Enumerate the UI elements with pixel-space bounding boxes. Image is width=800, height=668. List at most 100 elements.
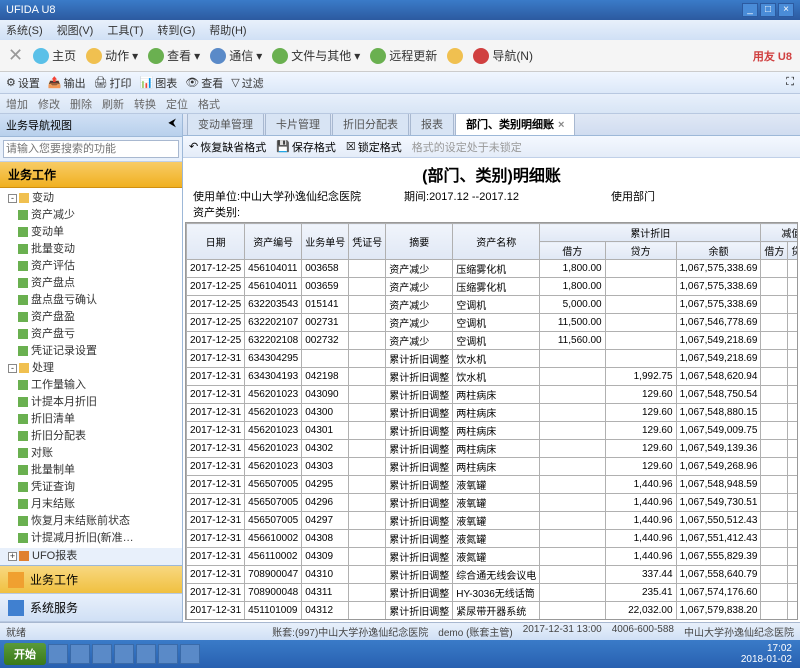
menu-goto[interactable]: 转到(G) xyxy=(157,22,195,38)
table-row[interactable]: 2017-12-3170890004704310累计折旧调整综合通无线会议电33… xyxy=(187,566,799,584)
sb-lock[interactable]: ☒锁定格式 xyxy=(346,139,402,155)
tb-filter[interactable]: ▽过滤 xyxy=(231,75,263,91)
tab[interactable]: 折旧分配表 xyxy=(332,114,409,135)
tree-item[interactable]: 资产评估 xyxy=(0,258,182,275)
table-row[interactable]: 2017-12-3145611000204309累计折旧调整液氮罐1,440.9… xyxy=(187,548,799,566)
tb-print[interactable]: 🖨打印 xyxy=(94,75,132,91)
tree-item[interactable]: 恢复月末结账前状态 xyxy=(0,513,182,530)
tree-item[interactable]: 凭证查询 xyxy=(0,479,182,496)
tree-item[interactable]: 折旧清单 xyxy=(0,411,182,428)
tab[interactable]: 部门、类别明细账× xyxy=(455,114,575,135)
close-icon[interactable]: ✕ xyxy=(8,45,23,66)
taskbar-item[interactable] xyxy=(114,644,134,664)
menu-tools[interactable]: 工具(T) xyxy=(107,22,143,38)
tree-item[interactable]: 凭证记录设置 xyxy=(0,343,182,360)
tree-item[interactable]: 变动单 xyxy=(0,224,182,241)
sb-restore[interactable]: ↶恢复缺省格式 xyxy=(189,139,266,155)
close-button[interactable]: × xyxy=(778,3,794,17)
tb-locate[interactable]: 定位 xyxy=(166,96,188,112)
taskbar-clock: 17:022018-01-02 xyxy=(741,643,796,665)
tb-delete[interactable]: 删除 xyxy=(70,96,92,112)
sun-icon[interactable] xyxy=(447,48,463,64)
view-button[interactable]: 查看 ▾ xyxy=(148,47,200,64)
table-row[interactable]: 2017-12-3145650700504297累计折旧调整液氧罐1,440.9… xyxy=(187,512,799,530)
tree-item[interactable]: 盘点盘亏确认 xyxy=(0,292,182,309)
table-row[interactable]: 2017-12-31456201023043090累计折旧调整两柱病床129.6… xyxy=(187,386,799,404)
tb-refresh[interactable]: 刷新 xyxy=(102,96,124,112)
tb-add[interactable]: 增加 xyxy=(6,96,28,112)
table-row[interactable]: 2017-12-3170890004804311累计折旧调整HY-3036无线话… xyxy=(187,584,799,602)
sidebar: 业务导航视图⮜ 业务工作 -变动资产减少变动单批量变动资产评估资产盘点盘点盘亏确… xyxy=(0,114,183,622)
grid-wrap[interactable]: 日期资产编号业务单号凭证号摘要资产名称累计折旧减值准备借方贷方余额借方贷方余额2… xyxy=(185,222,798,620)
menu-help[interactable]: 帮助(H) xyxy=(209,22,246,38)
bottom-nav-system[interactable]: 系统服务 xyxy=(0,594,182,622)
tb-fullscreen-icon[interactable]: ⛶ xyxy=(786,76,794,89)
tree-item[interactable]: 工作量输入 xyxy=(0,377,182,394)
table-row[interactable]: 2017-12-3145661000204308累计折旧调整液氮罐1,440.9… xyxy=(187,530,799,548)
table-row[interactable]: 2017-12-25456104011003659资产减少压缩雾化机1,800.… xyxy=(187,278,799,296)
table-row[interactable]: 2017-12-3145620102304301累计折旧调整两柱病床129.60… xyxy=(187,422,799,440)
action-button[interactable]: 动作 ▾ xyxy=(86,47,138,64)
tree-item[interactable]: 对账 xyxy=(0,445,182,462)
taskbar-item[interactable] xyxy=(70,644,90,664)
table-row[interactable]: 2017-12-25632202108002732资产减少空调机11,560.0… xyxy=(187,332,799,350)
menu-view[interactable]: 视图(V) xyxy=(57,22,94,38)
table-row[interactable]: 2017-12-25632202107002731资产减少空调机11,500.0… xyxy=(187,314,799,332)
taskbar-item[interactable] xyxy=(48,644,68,664)
tree-item[interactable]: 月末结账 xyxy=(0,496,182,513)
tb-edit[interactable]: 修改 xyxy=(38,96,60,112)
home-button[interactable]: 主页 xyxy=(33,47,76,64)
table-row[interactable]: 2017-12-3145110100904312累计折旧调整紧尿带开器系统22,… xyxy=(187,602,799,620)
table-row[interactable]: 2017-12-3145650700504295累计折旧调整液氧罐1,440.9… xyxy=(187,476,799,494)
sidebar-collapse-icon[interactable]: ⮜ xyxy=(168,117,176,133)
taskbar-item[interactable] xyxy=(158,644,178,664)
table-row[interactable]: 2017-12-3145620102304302累计折旧调整两柱病床129.60… xyxy=(187,440,799,458)
tb-settings[interactable]: ⚙设置 xyxy=(6,75,40,91)
tree-item[interactable]: 资产盘亏 xyxy=(0,326,182,343)
start-button[interactable]: 开始 xyxy=(4,643,46,665)
nav-header[interactable]: 业务工作 xyxy=(0,162,182,188)
maximize-button[interactable]: □ xyxy=(760,3,776,17)
tree-item[interactable]: 资产盘盈 xyxy=(0,309,182,326)
search-input[interactable] xyxy=(3,140,179,158)
bottom-nav-business[interactable]: 业务工作 xyxy=(0,566,182,594)
menu-system[interactable]: 系统(S) xyxy=(6,22,43,38)
table-row[interactable]: 2017-12-3145620102304303累计折旧调整两柱病床129.60… xyxy=(187,458,799,476)
tree-item[interactable]: 批量变动 xyxy=(0,241,182,258)
tree-group[interactable]: -变动 xyxy=(0,190,182,207)
table-row[interactable]: 2017-12-3170120103404313累计折旧调整电视机1,832.0… xyxy=(187,620,799,621)
tb-convert[interactable]: 转换 xyxy=(134,96,156,112)
taskbar-item[interactable] xyxy=(136,644,156,664)
table-row[interactable]: 2017-12-31634304295累计折旧调整饮水机1,067,549,21… xyxy=(187,350,799,368)
tab[interactable]: 卡片管理 xyxy=(265,114,331,135)
tb-export[interactable]: 📤输出 xyxy=(48,75,86,91)
nav-button[interactable]: 导航(N) xyxy=(473,47,533,64)
footer-ufo[interactable]: +UFO报表 xyxy=(0,548,182,565)
table-row[interactable]: 2017-12-25632203543015141资产减少空调机5,000.00… xyxy=(187,296,799,314)
tree-item[interactable]: 计提本月折旧 xyxy=(0,394,182,411)
tb-chart[interactable]: 📊图表 xyxy=(140,75,178,91)
taskbar-item[interactable] xyxy=(92,644,112,664)
minimize-button[interactable]: _ xyxy=(742,3,758,17)
update-button[interactable]: 远程更新 xyxy=(370,47,437,64)
tree-group[interactable]: -处理 xyxy=(0,360,182,377)
comm-button[interactable]: 通信 ▾ xyxy=(210,47,262,64)
table-row[interactable]: 2017-12-3145650700504296累计折旧调整液氧罐1,440.9… xyxy=(187,494,799,512)
tab-close-icon[interactable]: × xyxy=(558,119,564,131)
table-row[interactable]: 2017-12-25456104011003658资产减少压缩雾化机1,800.… xyxy=(187,260,799,278)
tree-item[interactable]: 计提减月折旧(新准… xyxy=(0,530,182,547)
table-row[interactable]: 2017-12-31634304193042198累计折旧调整饮水机1,992.… xyxy=(187,368,799,386)
tree-item[interactable]: 折旧分配表 xyxy=(0,428,182,445)
tree-item[interactable]: 批量制单 xyxy=(0,462,182,479)
tb-format[interactable]: 格式 xyxy=(198,96,220,112)
tree-item[interactable]: 资产减少 xyxy=(0,207,182,224)
bolt-icon xyxy=(86,48,102,64)
tb-view[interactable]: 👁查看 xyxy=(185,75,223,91)
tab[interactable]: 变动单管理 xyxy=(187,114,264,135)
sb-save[interactable]: 💾保存格式 xyxy=(276,139,336,155)
tree-item[interactable]: 资产盘点 xyxy=(0,275,182,292)
tab[interactable]: 报表 xyxy=(410,114,454,135)
taskbar-item[interactable] xyxy=(180,644,200,664)
table-row[interactable]: 2017-12-3145620102304300累计折旧调整两柱病床129.60… xyxy=(187,404,799,422)
file-button[interactable]: 文件与其他 ▾ xyxy=(272,47,360,64)
